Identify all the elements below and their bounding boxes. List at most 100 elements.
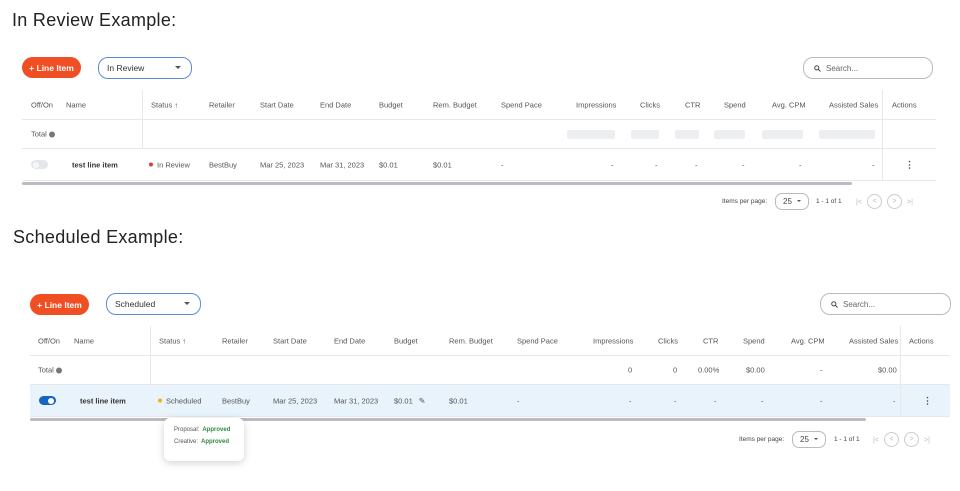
spend-total: $0.00 <box>746 365 765 375</box>
spend-total-placeholder <box>714 129 745 139</box>
col-status[interactable]: Status ↑ <box>159 336 186 345</box>
assisted-sales-total-placeholder <box>819 129 875 139</box>
col-off-on[interactable]: Off/On <box>38 336 60 345</box>
impressions-total: 0 <box>628 365 633 375</box>
col-budget[interactable]: Budget <box>394 336 418 345</box>
table-row[interactable]: test line item Scheduled BestBuy Mar 25,… <box>30 385 950 417</box>
search-input[interactable]: Search... <box>820 293 951 315</box>
col-actions: Actions <box>892 100 917 109</box>
more-actions-icon[interactable]: ⋮ <box>923 395 932 406</box>
col-spend-pace[interactable]: Spend Pace <box>501 100 542 109</box>
col-spend-pace[interactable]: Spend Pace <box>517 336 558 345</box>
items-per-page-select[interactable]: 25 <box>775 193 809 210</box>
col-clicks[interactable]: Clicks <box>640 100 660 109</box>
chevron-down-icon <box>175 66 181 69</box>
first-page-icon[interactable]: |< <box>871 434 881 446</box>
col-start-date[interactable]: Start Date <box>260 100 294 109</box>
ctr-total: 0.00% <box>698 365 720 375</box>
horizontal-scrollbar[interactable] <box>30 418 866 421</box>
ctr-cell: - <box>714 396 717 405</box>
spend-pace-cell: - <box>501 160 504 169</box>
info-icon <box>55 367 62 374</box>
items-per-page-select[interactable]: 25 <box>792 431 826 448</box>
status-filter-value: Scheduled <box>115 299 156 309</box>
line-item-name[interactable]: test line item <box>72 160 118 169</box>
end-date-cell: Mar 31, 2023 <box>320 160 365 169</box>
col-retailer[interactable]: Retailer <box>222 336 248 345</box>
pagination: Items per page: 25 1 - 1 of 1 |< < > >| <box>30 430 950 450</box>
col-assisted-sales[interactable]: Assisted Sales <box>829 100 878 109</box>
col-rem-budget[interactable]: Rem. Budget <box>433 100 477 109</box>
arrow-up-icon: ↑ <box>174 100 179 109</box>
chevron-down-icon <box>797 200 801 202</box>
status-text: Scheduled <box>166 396 202 405</box>
col-end-date[interactable]: End Date <box>320 100 351 109</box>
col-spend[interactable]: Spend <box>743 336 765 345</box>
col-clicks[interactable]: Clicks <box>658 336 678 345</box>
col-impressions[interactable]: Impressions <box>576 100 616 109</box>
avg-cpm-total: - <box>820 365 823 375</box>
add-line-item-button[interactable]: + Line Item <box>22 57 81 78</box>
col-name[interactable]: Name <box>66 100 86 109</box>
page-range: 1 - 1 of 1 <box>834 436 860 443</box>
budget-cell: $0.01 ✎ <box>394 396 425 405</box>
add-line-item-label: + Line Item <box>29 62 74 73</box>
col-avg-cpm[interactable]: Avg. CPM <box>772 100 806 109</box>
line-items-panel-review: + Line Item In Review Search... Off/On N… <box>22 50 936 215</box>
spend-pace-cell: - <box>517 396 520 405</box>
spend-cell: - <box>742 160 745 169</box>
col-budget[interactable]: Budget <box>379 100 403 109</box>
col-end-date[interactable]: End Date <box>334 336 365 345</box>
impressions-cell: - <box>611 160 614 169</box>
col-status[interactable]: Status ↑ <box>151 100 178 109</box>
clicks-total: 0 <box>673 365 678 375</box>
first-page-icon[interactable]: |< <box>854 196 864 208</box>
status-cell[interactable]: Scheduled <box>158 396 201 405</box>
last-page-icon[interactable]: >| <box>905 196 915 208</box>
table-row: test line item In Review BestBuy Mar 25,… <box>22 149 936 181</box>
col-actions: Actions <box>909 336 934 345</box>
horizontal-scrollbar[interactable] <box>22 182 852 185</box>
next-page-button[interactable]: > <box>904 432 919 447</box>
status-filter-select[interactable]: In Review <box>98 57 192 79</box>
rem-budget-cell: $0.01 <box>433 160 452 169</box>
rem-budget-cell: $0.01 <box>449 396 468 405</box>
add-line-item-button[interactable]: + Line Item <box>30 294 89 315</box>
col-assisted-sales[interactable]: Assisted Sales <box>849 336 898 345</box>
retailer-cell: BestBuy <box>222 396 250 405</box>
edit-pencil-icon[interactable]: ✎ <box>419 396 426 405</box>
col-avg-cpm[interactable]: Avg. CPM <box>791 336 825 345</box>
retailer-cell: BestBuy <box>209 160 237 169</box>
prev-page-button[interactable]: < <box>867 194 882 209</box>
col-off-on[interactable]: Off/On <box>31 100 53 109</box>
ctr-cell: - <box>695 160 698 169</box>
prev-page-button[interactable]: < <box>884 432 899 447</box>
status-filter-select[interactable]: Scheduled <box>106 293 201 315</box>
more-actions-icon[interactable]: ⋮ <box>905 159 914 170</box>
impressions-cell: - <box>629 396 632 405</box>
col-spend[interactable]: Spend <box>724 100 746 109</box>
line-item-name[interactable]: test line item <box>80 396 126 405</box>
col-name[interactable]: Name <box>74 336 94 345</box>
total-label: Total <box>38 366 62 375</box>
col-ctr[interactable]: CTR <box>703 336 718 345</box>
review-example-heading: In Review Example: <box>12 10 177 30</box>
end-date-cell: Mar 31, 2023 <box>334 396 379 405</box>
col-retailer[interactable]: Retailer <box>209 100 235 109</box>
col-start-date[interactable]: Start Date <box>273 336 307 345</box>
next-page-button[interactable]: > <box>887 194 902 209</box>
items-per-page-value: 25 <box>783 197 792 206</box>
chevron-down-icon <box>184 302 190 305</box>
start-date-cell: Mar 25, 2023 <box>273 396 318 405</box>
last-page-icon[interactable]: >| <box>922 434 932 446</box>
clicks-cell: - <box>655 160 658 169</box>
col-impressions[interactable]: Impressions <box>593 336 633 345</box>
line-item-toggle[interactable] <box>31 160 48 169</box>
impressions-total-placeholder <box>567 129 615 139</box>
col-ctr[interactable]: CTR <box>685 100 700 109</box>
total-label-text: Total <box>38 365 54 375</box>
line-item-toggle[interactable] <box>39 396 56 405</box>
search-input[interactable]: Search... <box>803 57 933 79</box>
line-items-panel-scheduled: + Line Item Scheduled Search... Off/On N… <box>30 288 952 468</box>
col-rem-budget[interactable]: Rem. Budget <box>449 336 493 345</box>
